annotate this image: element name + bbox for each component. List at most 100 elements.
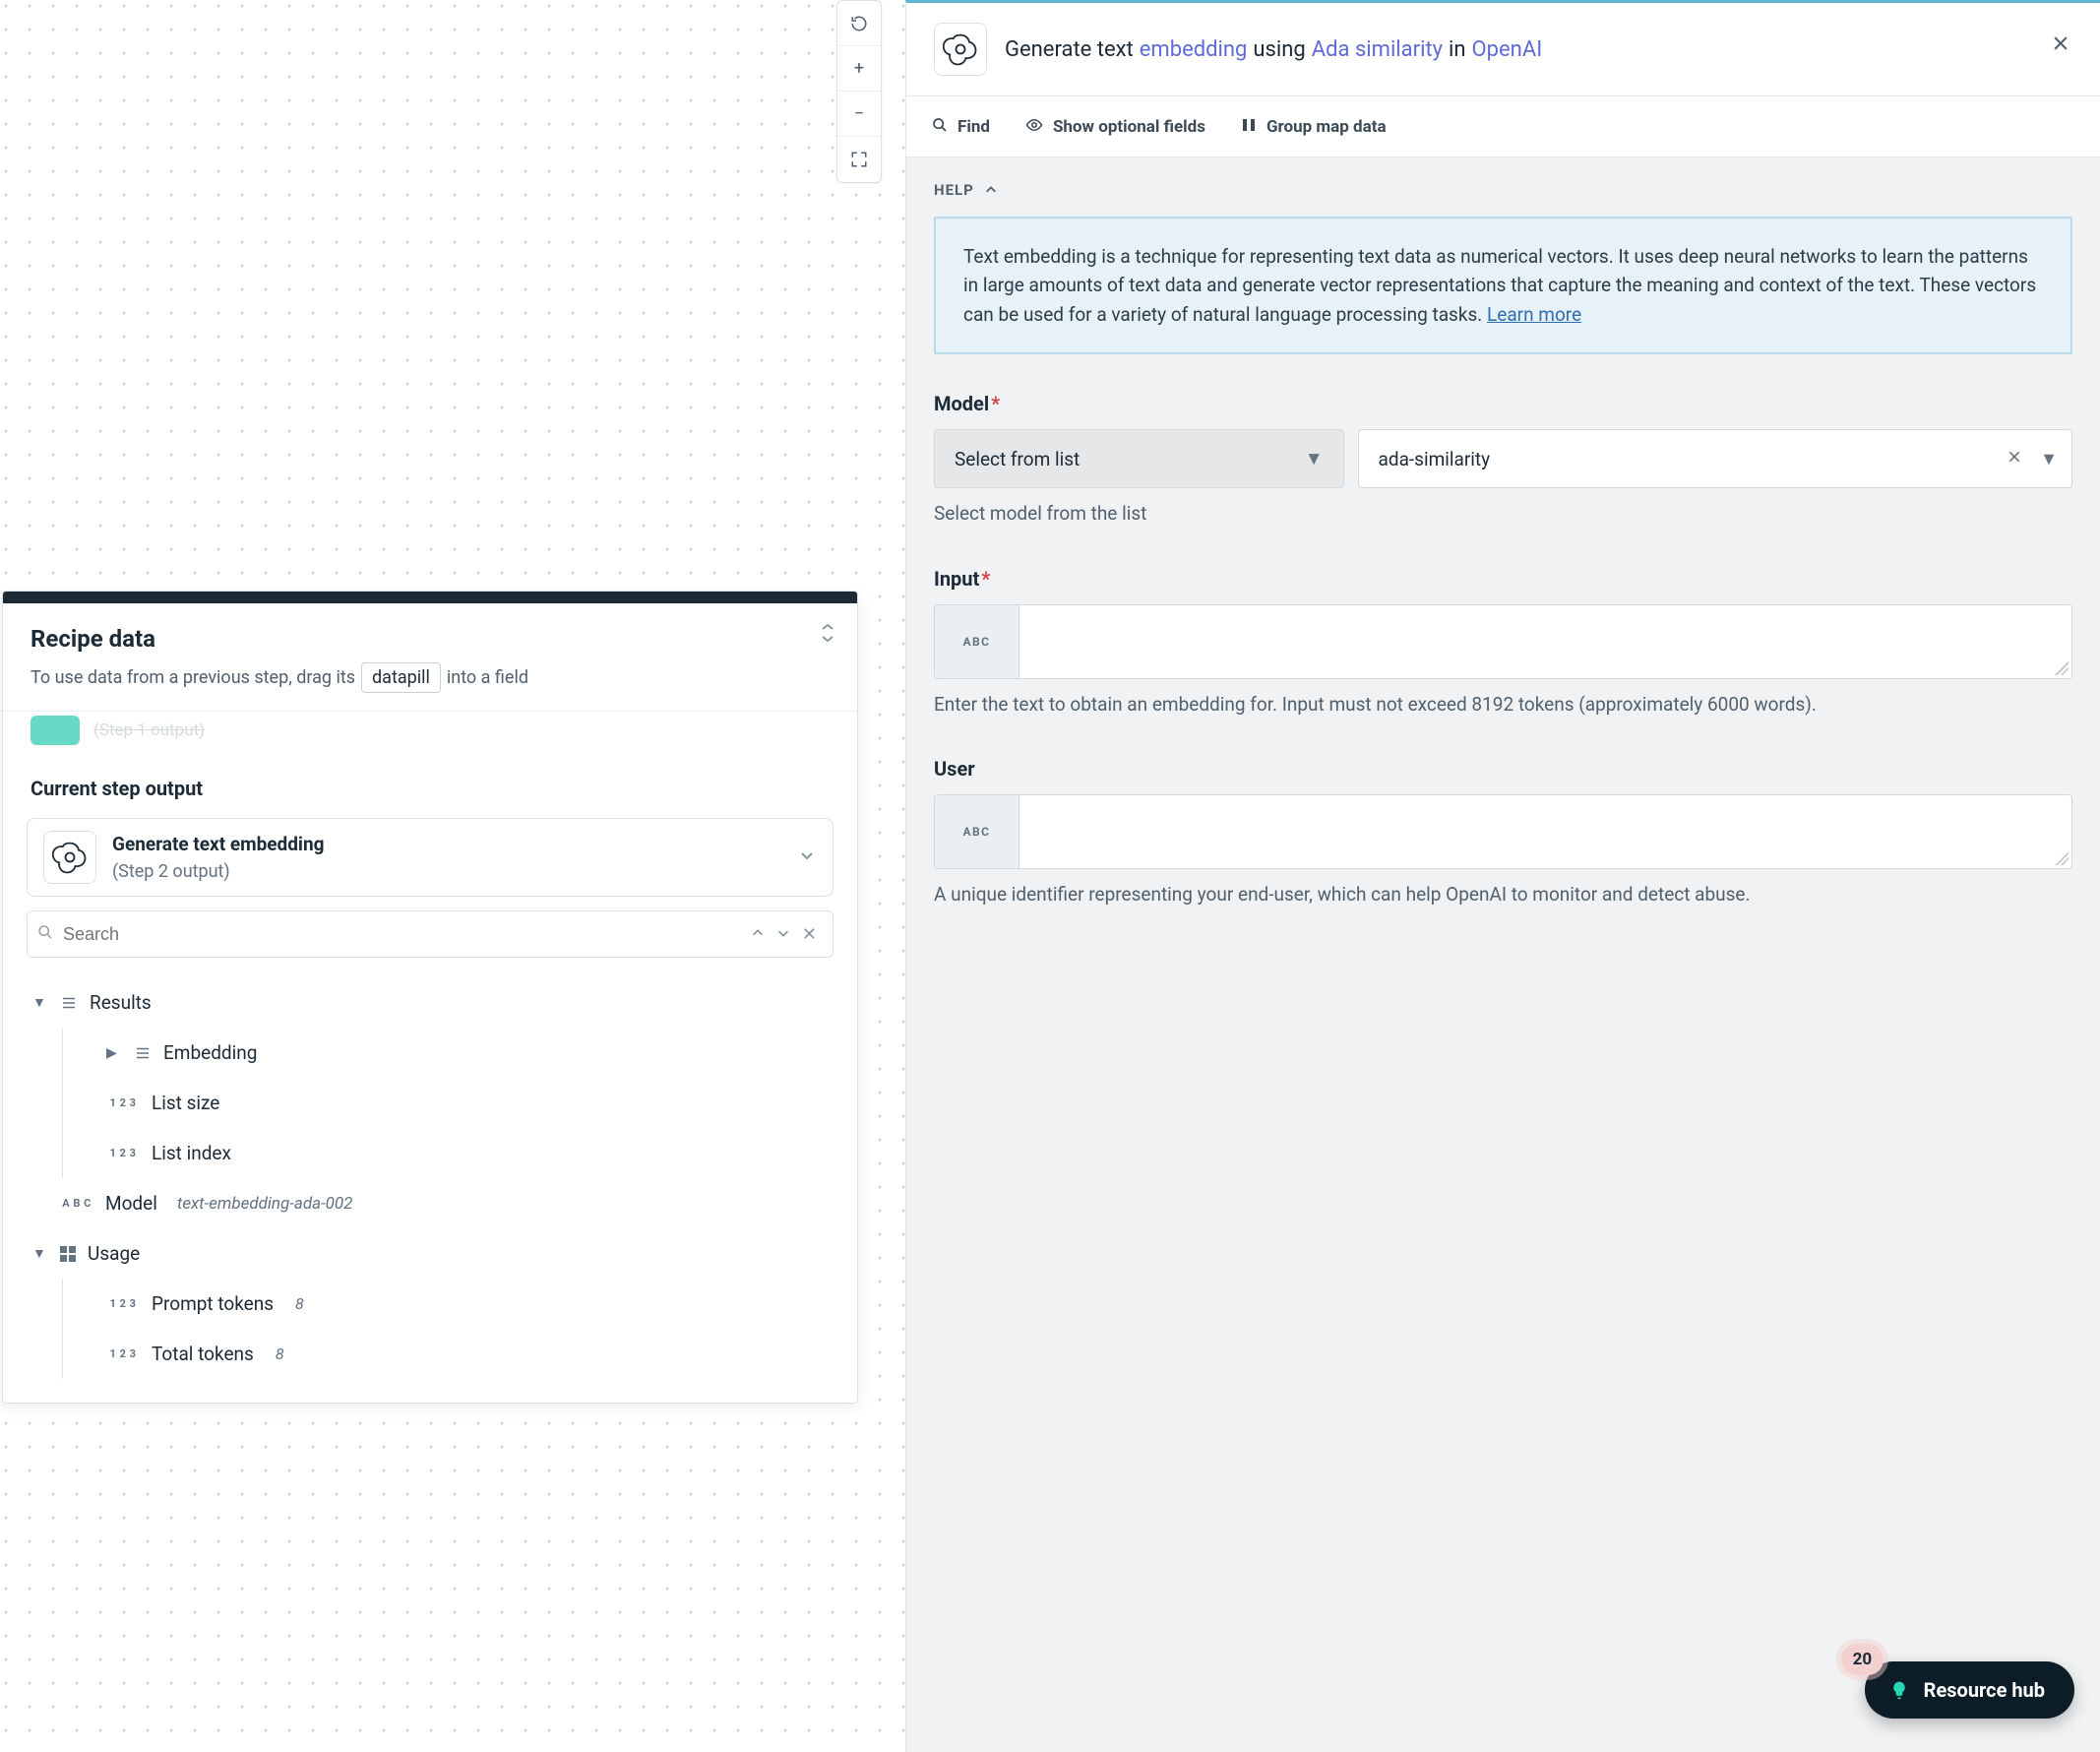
tree-embedding[interactable]: ▶ Embedding bbox=[106, 1028, 834, 1078]
model-mode-value: Select from list bbox=[955, 448, 1080, 470]
resource-hub-button[interactable]: 20 Resource hub bbox=[1865, 1661, 2074, 1719]
zoom-in-button[interactable]: + bbox=[837, 46, 881, 92]
model-label-text: Model bbox=[934, 392, 989, 415]
panel-topbar bbox=[3, 592, 857, 603]
caret-down-icon: ▼ bbox=[32, 1245, 48, 1262]
tree-embedding-label: Embedding bbox=[163, 1041, 257, 1064]
search-next-button[interactable] bbox=[771, 924, 796, 945]
tree-model[interactable]: A B C Model text-embedding-ada-002 bbox=[27, 1178, 834, 1228]
clear-model-button[interactable] bbox=[2007, 449, 2022, 469]
caret-right-icon: ▶ bbox=[106, 1045, 122, 1061]
recipe-data-title: Recipe data bbox=[31, 625, 830, 653]
title-highlight-openai: OpenAI bbox=[1472, 37, 1543, 62]
number-type-icon: 1 2 3 bbox=[106, 1147, 140, 1159]
close-icon bbox=[2051, 33, 2070, 53]
string-type-icon: ABC bbox=[935, 605, 1019, 678]
plus-icon: + bbox=[854, 58, 864, 79]
tree-usage[interactable]: ▼ Usage bbox=[27, 1228, 834, 1279]
tree-list-index[interactable]: 1 2 3 List index bbox=[106, 1128, 834, 1178]
step-ribbon-marker bbox=[31, 716, 80, 745]
minus-icon: − bbox=[854, 103, 864, 124]
user-help: A unique identifier representing your en… bbox=[934, 881, 2072, 908]
group-map-label: Group map data bbox=[1266, 117, 1387, 137]
resize-handle[interactable] bbox=[2055, 851, 2069, 865]
close-icon bbox=[2007, 449, 2022, 465]
search-clear-button[interactable]: ✕ bbox=[796, 924, 823, 945]
model-help: Select model from the list bbox=[934, 500, 2072, 528]
collapse-icon[interactable] bbox=[820, 623, 835, 648]
string-type-icon: ABC bbox=[935, 795, 1019, 868]
resource-hub-count: 20 bbox=[1841, 1644, 1884, 1675]
step-ribbon-text: (Step 1 output) bbox=[93, 720, 205, 740]
config-body: HELP Text embedding is a technique for r… bbox=[906, 157, 2100, 1752]
openai-logo bbox=[43, 831, 96, 884]
eye-icon bbox=[1025, 116, 1043, 138]
title-highlight-ada: Ada similarity bbox=[1312, 37, 1443, 62]
title-text-2: using bbox=[1253, 37, 1305, 62]
user-label: User bbox=[934, 757, 2072, 781]
field-model: Model* Select from list ▼ ada-similarity bbox=[934, 392, 2072, 528]
datapill-search-input[interactable] bbox=[63, 924, 745, 945]
undo-button[interactable] bbox=[837, 1, 881, 46]
list-icon bbox=[134, 1044, 152, 1062]
group-map-button[interactable]: Group map data bbox=[1241, 117, 1387, 137]
title-text-3: in bbox=[1449, 37, 1466, 62]
chevron-up-icon bbox=[984, 183, 998, 197]
caret-down-icon: ▼ bbox=[1305, 447, 1324, 470]
tree-prompt-tokens-label: Prompt tokens bbox=[152, 1292, 274, 1315]
step-ribbon: (Step 1 output) bbox=[3, 712, 857, 757]
output-tree: ▼ Results ▶ Embedding 1 2 3 List size bbox=[3, 971, 857, 1403]
tree-prompt-tokens[interactable]: 1 2 3 Prompt tokens 8 bbox=[106, 1279, 834, 1329]
show-optional-button[interactable]: Show optional fields bbox=[1025, 116, 1205, 138]
open-model-dropdown[interactable]: ▼ bbox=[2040, 449, 2058, 469]
search-icon bbox=[932, 117, 948, 137]
number-type-icon: 1 2 3 bbox=[106, 1096, 140, 1109]
model-mode-select[interactable]: Select from list ▼ bbox=[934, 429, 1344, 488]
undo-icon bbox=[850, 15, 868, 32]
step-card[interactable]: Generate text embedding (Step 2 output) bbox=[27, 818, 834, 897]
user-textarea[interactable] bbox=[1019, 795, 2071, 868]
openai-icon bbox=[52, 840, 88, 875]
tree-usage-label: Usage bbox=[88, 1242, 140, 1265]
search-icon bbox=[37, 924, 53, 944]
string-type-icon: A B C bbox=[60, 1197, 93, 1210]
tree-total-tokens[interactable]: 1 2 3 Total tokens 8 bbox=[106, 1329, 834, 1379]
recipe-subtitle-pre: To use data from a previous step, drag i… bbox=[31, 667, 355, 688]
tree-list-size[interactable]: 1 2 3 List size bbox=[106, 1078, 834, 1128]
find-button[interactable]: Find bbox=[932, 117, 990, 137]
help-box: Text embedding is a technique for repres… bbox=[934, 217, 2072, 354]
chevron-down-icon[interactable] bbox=[799, 847, 815, 868]
config-header: Generate text embedding using Ada simila… bbox=[906, 3, 2100, 96]
resource-hub-label: Resource hub bbox=[1924, 1678, 2045, 1702]
user-label-text: User bbox=[934, 757, 975, 781]
datapill-chip: datapill bbox=[361, 662, 441, 693]
zoom-out-button[interactable]: − bbox=[837, 92, 881, 137]
help-toggle[interactable]: HELP bbox=[934, 181, 2072, 199]
config-toolbar: Find Show optional fields Group map data bbox=[906, 96, 2100, 157]
model-label: Model* bbox=[934, 392, 2072, 415]
tree-list-index-label: List index bbox=[152, 1142, 231, 1164]
user-textarea-wrap: ABC bbox=[934, 794, 2072, 869]
fit-screen-button[interactable] bbox=[837, 137, 881, 182]
close-button[interactable] bbox=[2051, 31, 2070, 60]
search-prev-button[interactable] bbox=[745, 924, 771, 945]
tree-results[interactable]: ▼ Results bbox=[27, 977, 834, 1028]
tree-total-tokens-label: Total tokens bbox=[152, 1343, 254, 1365]
learn-more-link[interactable]: Learn more bbox=[1487, 303, 1581, 326]
config-title: Generate text embedding using Ada simila… bbox=[1005, 37, 1542, 62]
tree-model-label: Model bbox=[105, 1192, 157, 1215]
recipe-data-panel: Recipe data To use data from a previous … bbox=[2, 591, 858, 1404]
input-label: Input* bbox=[934, 567, 2072, 591]
field-user: User ABC A unique identifier representin… bbox=[934, 757, 2072, 908]
canvas-controls: + − bbox=[836, 0, 882, 183]
config-panel: Generate text embedding using Ada simila… bbox=[905, 0, 2100, 1752]
canvas[interactable]: + − Recipe data To use data from a previ… bbox=[0, 0, 905, 1752]
map-icon bbox=[1241, 117, 1257, 137]
datapill-search: ✕ bbox=[27, 910, 834, 958]
tree-results-label: Results bbox=[90, 991, 152, 1014]
input-help: Enter the text to obtain an embedding fo… bbox=[934, 691, 2072, 719]
model-value-select[interactable]: ada-similarity ▼ bbox=[1358, 429, 2072, 488]
field-input: Input* ABC Enter the text to obtain an e… bbox=[934, 567, 2072, 719]
input-textarea[interactable] bbox=[1019, 605, 2071, 678]
resize-handle[interactable] bbox=[2055, 661, 2069, 675]
